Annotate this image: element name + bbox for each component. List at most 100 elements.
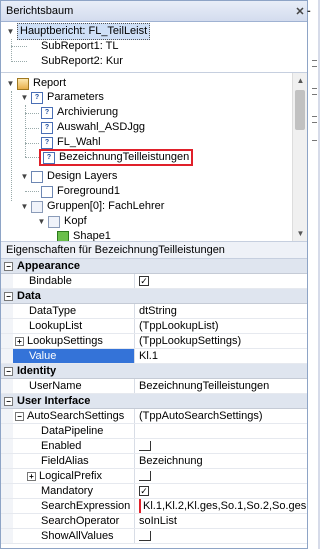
tree-node-shape1[interactable]: Shape1 bbox=[57, 229, 111, 242]
category-identity[interactable]: − Identity bbox=[1, 364, 307, 379]
close-icon[interactable]: ✕ bbox=[293, 5, 307, 18]
prop-name: LogicalPrefix bbox=[39, 469, 102, 482]
group-icon bbox=[31, 200, 43, 213]
tree-node-foreground[interactable]: Foreground1 bbox=[41, 184, 120, 199]
parameter-icon: ? bbox=[41, 136, 53, 149]
window-titlebar: Berichtsbaum ✕ bbox=[1, 1, 307, 22]
tree-node-label: Auswahl_ASDJgg bbox=[57, 121, 146, 133]
prop-row-datapipeline[interactable]: DataPipeline bbox=[1, 424, 307, 439]
prop-value[interactable]: (TppLookupList) bbox=[135, 319, 307, 333]
prop-value[interactable]: dtString bbox=[135, 304, 307, 318]
collapse-icon[interactable]: − bbox=[4, 396, 13, 406]
prop-row-searchoperator[interactable]: SearchOperator soInList bbox=[1, 514, 307, 529]
scroll-down-icon[interactable]: ▼ bbox=[293, 226, 307, 241]
prop-value[interactable]: soInList bbox=[135, 514, 307, 528]
prop-row-autosearch[interactable]: − AutoSearchSettings (TppAutoSearchSetti… bbox=[1, 409, 307, 424]
category-data[interactable]: − Data bbox=[1, 289, 307, 304]
tree-node-param-auswahl[interactable]: ? Auswahl_ASDJgg bbox=[41, 120, 145, 135]
prop-name: ShowAllValues bbox=[13, 529, 135, 543]
tree-node-label: BezeichnungTeilleistungen bbox=[59, 151, 190, 163]
collapse-icon[interactable]: − bbox=[4, 261, 13, 271]
prop-name: Mandatory bbox=[13, 484, 135, 498]
category-user-interface[interactable]: − User Interface bbox=[1, 394, 307, 409]
prop-row-value[interactable]: Value Kl.1 bbox=[1, 349, 307, 364]
collapse-icon[interactable]: ▼ bbox=[6, 24, 15, 39]
scroll-thumb[interactable] bbox=[295, 90, 305, 130]
prop-name: Bindable bbox=[13, 274, 135, 288]
expand-icon[interactable]: + bbox=[15, 336, 24, 346]
prop-row-logicalprefix[interactable]: + LogicalPrefix bbox=[1, 469, 307, 484]
report-component-tree: ▼ Report ▼ ? Parameters ? Archivierung ?… bbox=[1, 73, 307, 242]
mandatory-checkbox[interactable]: ✓ bbox=[139, 486, 149, 496]
prop-name: LookupSettings bbox=[27, 334, 103, 347]
prop-row-bindable[interactable]: Bindable ✓ bbox=[1, 274, 307, 289]
prop-value[interactable]: (TppLookupSettings) bbox=[135, 334, 307, 348]
parameter-icon: ? bbox=[41, 121, 53, 134]
bindable-checkbox[interactable]: ✓ bbox=[139, 276, 149, 286]
category-label: Appearance bbox=[17, 259, 80, 272]
prop-value[interactable]: BezeichnungTeilleistungen bbox=[135, 379, 307, 393]
report-tree-window: Berichtsbaum ✕ ▼ Hauptbericht: FL_TeilLe… bbox=[0, 0, 308, 549]
searchexpression-input[interactable]: Kl.1,Kl.2,Kl.ges,So.1,So.2,So.ges bbox=[139, 499, 307, 513]
collapse-icon[interactable]: − bbox=[15, 411, 24, 421]
tree-node-label: Report bbox=[33, 77, 67, 89]
tree-node-design-layers[interactable]: ▼ Design Layers bbox=[20, 169, 117, 184]
tree-node-param-archivierung[interactable]: ? Archivierung bbox=[41, 105, 118, 120]
expand-icon[interactable]: + bbox=[27, 471, 36, 481]
logicalprefix-checkbox[interactable] bbox=[139, 471, 151, 481]
prop-row-showallvalues[interactable]: ShowAllValues bbox=[1, 529, 307, 544]
prop-value[interactable] bbox=[135, 424, 307, 438]
tree-node-parameters[interactable]: ▼ ? Parameters bbox=[20, 90, 104, 105]
tree-node-kopf[interactable]: ▼ Kopf bbox=[37, 214, 87, 229]
prop-row-mandatory[interactable]: Mandatory ✓ bbox=[1, 484, 307, 499]
right-panel-edge: - bbox=[307, 0, 318, 549]
tree-node-label: Foreground1 bbox=[57, 185, 120, 197]
collapse-icon[interactable]: − bbox=[4, 366, 13, 376]
tree-node-label: Archivierung bbox=[57, 106, 119, 118]
prop-row-lookuplist[interactable]: LookupList (TppLookupList) bbox=[1, 319, 307, 334]
tree-node-param-flwahl[interactable]: ? FL_Wahl bbox=[41, 135, 101, 150]
category-appearance[interactable]: − Appearance bbox=[1, 259, 307, 274]
prop-row-searchexpression[interactable]: SearchExpression Kl.1,Kl.2,Kl.ges,So.1,S… bbox=[1, 499, 307, 514]
prop-row-enabled[interactable]: Enabled bbox=[1, 439, 307, 454]
shape-icon bbox=[57, 230, 69, 241]
scroll-up-icon[interactable]: ▲ bbox=[293, 73, 307, 88]
tree-node-main-report[interactable]: ▼ Hauptbericht: FL_TeilLeist bbox=[6, 23, 151, 40]
tree-node-subreport2[interactable]: SubReport2: Kur bbox=[41, 54, 123, 69]
prop-row-datatype[interactable]: DataType dtString bbox=[1, 304, 307, 319]
showallvalues-checkbox[interactable] bbox=[139, 531, 151, 541]
prop-name: UserName bbox=[13, 379, 135, 393]
layer-icon bbox=[41, 185, 53, 198]
report-icon bbox=[17, 77, 29, 90]
prop-row-lookupsettings[interactable]: + LookupSettings (TppLookupSettings) bbox=[1, 334, 307, 349]
tree-node-subreport1[interactable]: SubReport1: TL bbox=[41, 39, 118, 54]
prop-name: DataPipeline bbox=[13, 424, 135, 438]
enabled-checkbox[interactable] bbox=[139, 441, 151, 451]
value-input[interactable]: Kl.1 bbox=[135, 349, 307, 363]
tree-node-report[interactable]: ▼ Report bbox=[6, 76, 66, 91]
prop-name: DataType bbox=[13, 304, 135, 318]
collapse-icon[interactable]: ▼ bbox=[6, 76, 15, 91]
collapse-icon[interactable]: ▼ bbox=[37, 214, 46, 229]
prop-name: Enabled bbox=[13, 439, 135, 453]
collapse-icon[interactable]: ▼ bbox=[20, 169, 29, 184]
tree-node-label: Shape1 bbox=[73, 230, 111, 242]
tree-node-label: SubReport2: Kur bbox=[41, 55, 123, 67]
pin-icon[interactable]: - bbox=[307, 5, 311, 17]
category-label: User Interface bbox=[17, 394, 91, 407]
tree-node-label: Kopf bbox=[64, 215, 87, 227]
prop-row-fieldalias[interactable]: FieldAlias Bezeichnung bbox=[1, 454, 307, 469]
window-title: Berichtsbaum bbox=[6, 5, 74, 17]
tree-node-label: Parameters bbox=[47, 91, 104, 103]
prop-value[interactable]: Bezeichnung bbox=[135, 454, 307, 468]
band-icon bbox=[48, 215, 60, 228]
collapse-icon[interactable]: ▼ bbox=[20, 199, 29, 214]
prop-row-username[interactable]: UserName BezeichnungTeilleistungen bbox=[1, 379, 307, 394]
tree-node-param-bezeichnung[interactable]: ? BezeichnungTeilleistungen bbox=[39, 149, 194, 166]
collapse-icon[interactable]: − bbox=[4, 291, 13, 301]
parameters-icon: ? bbox=[31, 91, 43, 104]
collapse-icon[interactable]: ▼ bbox=[20, 90, 29, 105]
tree-scrollbar[interactable]: ▲ ▼ bbox=[292, 73, 307, 241]
tree-node-gruppen[interactable]: ▼ Gruppen[0]: FachLehrer bbox=[20, 199, 164, 214]
prop-value[interactable]: (TppAutoSearchSettings) bbox=[135, 409, 307, 423]
